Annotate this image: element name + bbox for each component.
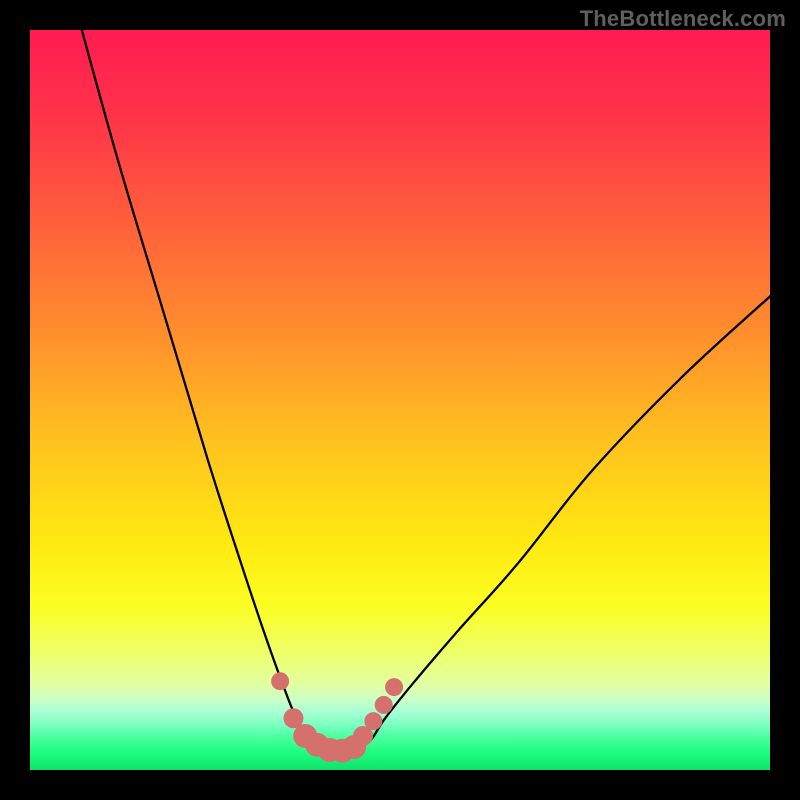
watermark-text: TheBottleneck.com [580,6,786,32]
bottleneck-chart [30,30,770,770]
data-marker [271,672,289,690]
data-marker [375,696,393,714]
data-marker [364,712,382,730]
chart-frame: TheBottleneck.com [0,0,800,800]
plot-area [30,30,770,770]
data-marker [385,678,403,696]
